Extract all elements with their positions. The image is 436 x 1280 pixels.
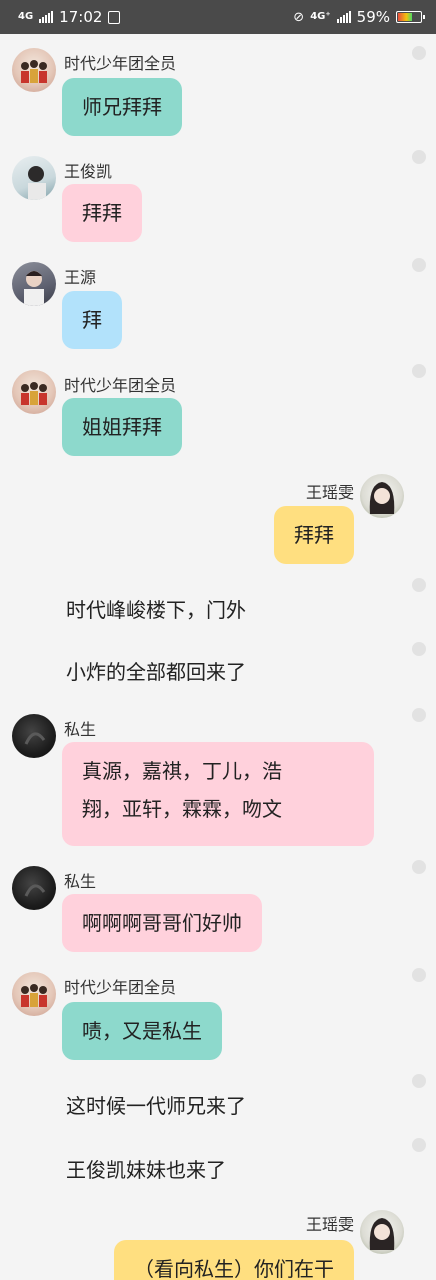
message-bubble[interactable]: 真源，嘉祺，丁儿，浩 翔，亚轩，霖霖，吻文: [62, 742, 374, 846]
select-dot[interactable]: [412, 642, 426, 656]
battery-icon: [396, 11, 425, 23]
chat-message[interactable]: 王瑶雯 （看向私生）你们在干: [0, 1206, 436, 1280]
sender-name: 时代少年团全员: [64, 978, 177, 997]
chat-message[interactable]: 王俊凯 拜拜: [0, 150, 436, 254]
network-indicator-2: 4G⁺: [310, 11, 331, 22]
select-dot[interactable]: [412, 258, 426, 272]
chat-message[interactable]: 王瑶雯 拜拜: [0, 474, 436, 574]
message-bubble[interactable]: 啊啊啊哥哥们好帅: [62, 894, 262, 952]
message-bubble[interactable]: 啧，又是私生: [62, 1002, 222, 1060]
message-line: 翔，亚轩，霖霖，吻文: [82, 797, 282, 821]
narration-text: 这时候一代师兄来了: [66, 1094, 246, 1118]
select-dot[interactable]: [412, 150, 426, 164]
message-bubble[interactable]: 师兄拜拜: [62, 78, 182, 136]
chat-message[interactable]: 私生 啊啊啊哥哥们好帅: [0, 860, 436, 964]
avatar-wangjunkai[interactable]: [12, 156, 56, 200]
signal-icon: [39, 11, 54, 23]
chat-message[interactable]: 王源 拜: [0, 258, 436, 362]
person-avatar-icon: [369, 1218, 395, 1250]
avatar-wangyuan[interactable]: [12, 262, 56, 306]
silent-icon: ⊘: [293, 9, 305, 25]
clock: 17:02: [59, 8, 103, 26]
narration-row[interactable]: 王俊凯妹妹也来了: [0, 1138, 436, 1198]
sender-name: 私生: [64, 872, 97, 891]
screenshot-icon: [108, 10, 121, 24]
narration-text: 小炸的全部都回来了: [66, 660, 246, 684]
avatar-wangyaowen[interactable]: [360, 1210, 404, 1254]
narration-text: 王俊凯妹妹也来了: [66, 1158, 226, 1182]
select-dot[interactable]: [412, 46, 426, 60]
group-avatar-icon: [21, 984, 47, 1007]
sender-name: 王源: [64, 268, 97, 287]
network-indicator: 4G: [18, 11, 34, 22]
sender-name: 时代少年团全员: [64, 376, 177, 395]
avatar-group[interactable]: [12, 370, 56, 414]
chat-message[interactable]: 时代少年团全员 啧，又是私生: [0, 968, 436, 1070]
status-bar: 4G 17:02 ⊘ 4G⁺ 59%: [0, 0, 436, 34]
narration-text: 时代峰峻楼下，门外: [66, 598, 246, 622]
message-line: 真源，嘉祺，丁儿，浩: [82, 759, 282, 783]
dark-avatar-icon: [24, 884, 46, 897]
narration-row[interactable]: 小炸的全部都回来了: [0, 642, 436, 702]
select-dot[interactable]: [412, 860, 426, 874]
message-bubble[interactable]: 拜: [62, 291, 122, 349]
narration-row[interactable]: 时代峰峻楼下，门外: [0, 578, 436, 638]
select-dot[interactable]: [412, 1138, 426, 1152]
sender-name: 王俊凯: [64, 162, 113, 181]
chat-message[interactable]: 时代少年团全员 姐姐拜拜: [0, 364, 436, 468]
select-dot[interactable]: [412, 968, 426, 982]
sender-name: 王瑶雯: [305, 483, 354, 502]
person-avatar-icon: [24, 271, 44, 306]
select-dot[interactable]: [412, 578, 426, 592]
person-avatar-icon: [28, 166, 46, 200]
narration-row[interactable]: 这时候一代师兄来了: [0, 1074, 436, 1134]
avatar-wangyaowen[interactable]: [360, 474, 404, 518]
message-bubble[interactable]: 拜拜: [62, 184, 142, 242]
avatar-sasaeng[interactable]: [12, 714, 56, 758]
battery-percent: 59%: [356, 8, 390, 26]
message-bubble[interactable]: 姐姐拜拜: [62, 398, 182, 456]
dark-avatar-icon: [24, 732, 46, 745]
select-dot[interactable]: [412, 364, 426, 378]
person-avatar-icon: [369, 482, 395, 514]
select-dot[interactable]: [412, 1074, 426, 1088]
group-avatar-icon: [21, 60, 47, 83]
sender-name: 王瑶雯: [305, 1215, 354, 1234]
message-bubble[interactable]: （看向私生）你们在干: [114, 1240, 354, 1280]
avatar-sasaeng[interactable]: [12, 866, 56, 910]
message-bubble[interactable]: 拜拜: [274, 506, 354, 564]
avatar-group[interactable]: [12, 972, 56, 1016]
chat-message[interactable]: 私生 真源，嘉祺，丁儿，浩 翔，亚轩，霖霖，吻文: [0, 708, 436, 852]
chat-message[interactable]: 时代少年团全员 师兄拜拜: [0, 46, 436, 146]
select-dot[interactable]: [412, 708, 426, 722]
sender-name: 私生: [64, 720, 97, 739]
avatar-group[interactable]: [12, 48, 56, 92]
sender-name: 时代少年团全员: [64, 54, 177, 73]
group-avatar-icon: [21, 382, 47, 405]
signal-icon-2: [336, 11, 351, 23]
